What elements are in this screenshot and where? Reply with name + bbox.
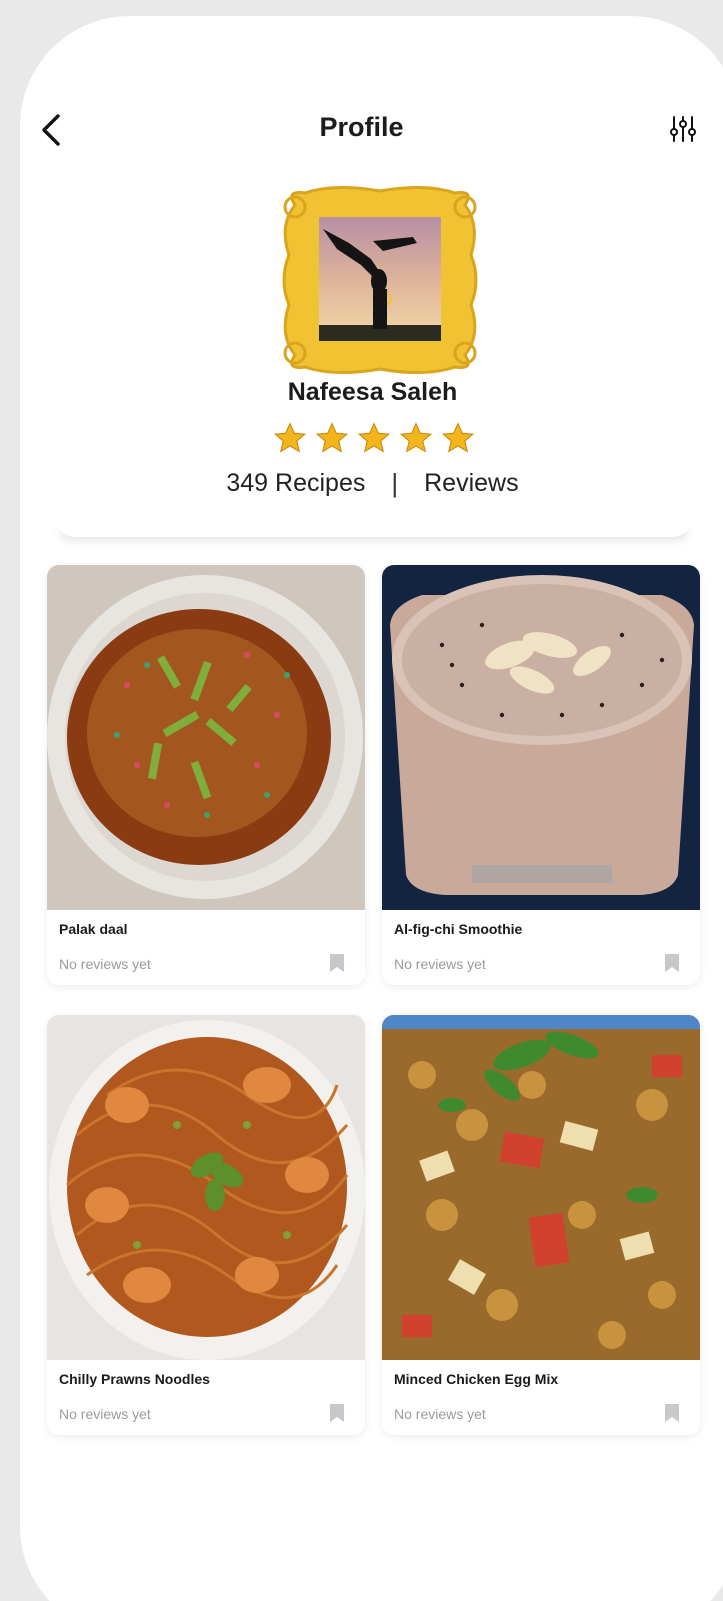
filter-button[interactable] (668, 114, 698, 144)
star-icon (441, 422, 475, 453)
sliders-icon (670, 116, 696, 142)
recipe-reviews: No reviews yet (59, 956, 151, 972)
profile-stats: 349 Recipes | Reviews (0, 468, 723, 499)
star-icon (399, 422, 433, 453)
recipe-name: Palak daal (59, 921, 128, 937)
recipe-photo (47, 1015, 365, 1360)
recipe-name: Al-fig-chi Smoothie (394, 921, 523, 937)
bookmark-icon[interactable] (664, 1403, 680, 1423)
recipe-photo (382, 565, 700, 910)
star-icon (357, 422, 391, 453)
star-icon (315, 422, 349, 453)
recipe-name: Minced Chicken Egg Mix (394, 1371, 559, 1387)
avatar[interactable] (275, 185, 485, 375)
bookmark-icon[interactable] (664, 953, 680, 973)
bookmark-icon[interactable] (329, 953, 345, 973)
stats-separator: | (391, 468, 399, 498)
recipe-name: Chilly Prawns Noodles (59, 1371, 210, 1387)
bookmark-icon[interactable] (329, 1403, 345, 1423)
recipe-card-minced-chicken-egg-mix[interactable]: Minced Chicken Egg Mix No reviews yet (382, 1015, 700, 1435)
recipe-card-chilly-prawns-noodles[interactable]: Chilly Prawns Noodles No reviews yet (47, 1015, 365, 1435)
reviews-link[interactable]: Reviews (424, 469, 518, 498)
recipe-reviews: No reviews yet (394, 1406, 486, 1422)
recipe-card-al-fig-chi-smoothie[interactable]: Al-fig-chi Smoothie No reviews yet (382, 565, 700, 985)
profile-card-divider (54, 515, 694, 537)
recipe-photo (47, 565, 365, 910)
page-title: Profile (319, 112, 404, 142)
recipe-reviews: No reviews yet (394, 956, 486, 972)
rating-stars (272, 421, 476, 455)
recipes-count[interactable]: 349 Recipes (226, 469, 365, 498)
star-icon (273, 422, 307, 453)
profile-name: Nafeesa Saleh (287, 378, 458, 406)
recipe-reviews: No reviews yet (59, 1406, 151, 1422)
recipe-photo (382, 1015, 700, 1360)
recipe-card-palak-daal[interactable]: Palak daal No reviews yet (47, 565, 365, 985)
